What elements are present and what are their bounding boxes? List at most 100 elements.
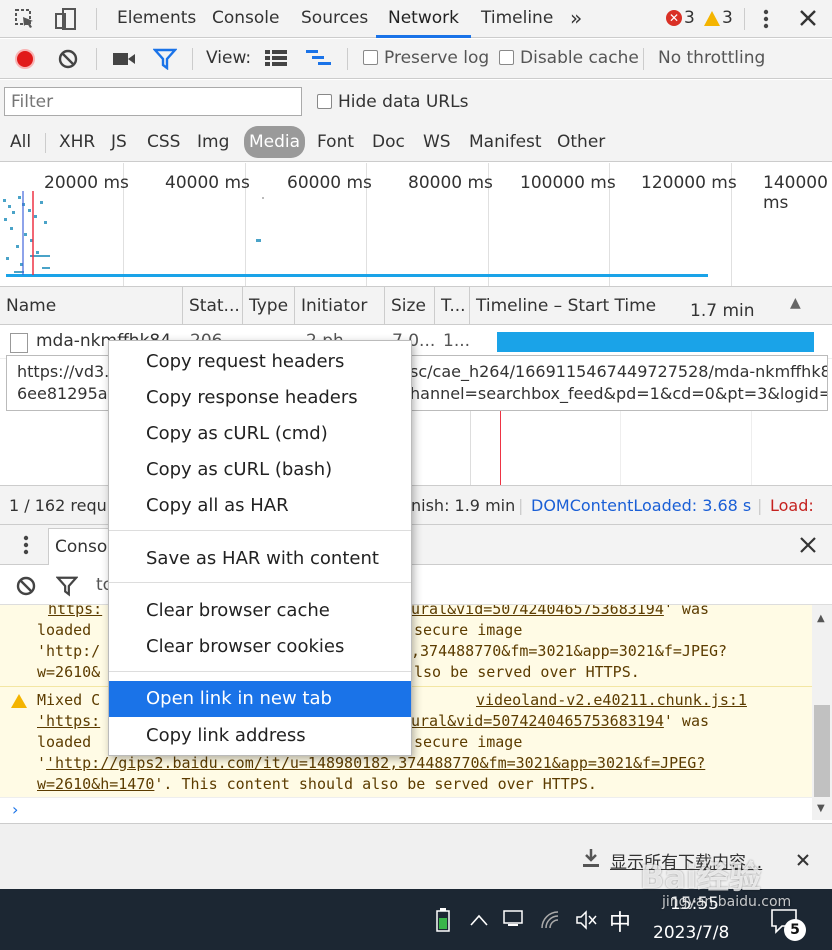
capture-screenshots-icon[interactable] xyxy=(112,49,136,69)
warning-counter[interactable]: 3 xyxy=(704,8,733,28)
preserve-log-checkbox[interactable]: Preserve log xyxy=(363,48,489,68)
file-icon xyxy=(10,333,28,353)
scrollbar-thumb[interactable] xyxy=(814,705,830,797)
log-text: https: xyxy=(48,605,103,618)
tooltip-url-end: sc/cae_h264/1669115467449727528/mda-nkmf… xyxy=(410,362,828,381)
kebab-menu-icon[interactable] xyxy=(763,8,769,30)
clear-icon[interactable] xyxy=(57,48,79,70)
record-button[interactable] xyxy=(15,49,35,69)
column-header-status[interactable]: Stat... xyxy=(183,287,243,325)
toolbar-divider xyxy=(643,48,644,70)
checkbox-box[interactable] xyxy=(499,50,514,65)
checkbox-box[interactable] xyxy=(317,94,332,109)
close-drawer-icon[interactable] xyxy=(799,536,817,559)
menu-item-copy-as-curl-cmd[interactable]: Copy as cURL (cmd) xyxy=(109,416,411,452)
close-download-bar-icon[interactable] xyxy=(797,851,809,871)
menu-item-copy-request-headers[interactable]: Copy request headers xyxy=(109,344,411,380)
tab-sources[interactable]: Sources xyxy=(301,0,368,38)
error-counter[interactable]: ✕ 3 xyxy=(666,8,695,28)
timeline-header-label: Timeline – Start Time xyxy=(476,296,657,316)
filter-type-other[interactable]: Other xyxy=(557,126,605,158)
console-scrollbar[interactable]: ▲ ▼ xyxy=(812,605,832,820)
filter-type-xhr[interactable]: XHR xyxy=(59,126,95,158)
menu-item-copy-all-as-har[interactable]: Copy all as HAR xyxy=(109,488,411,524)
tooltip-url-start: 6ee81295a xyxy=(17,384,108,403)
column-header-type[interactable]: Type xyxy=(243,287,295,325)
filter-type-manifest[interactable]: Manifest xyxy=(469,126,542,158)
filter-type-js[interactable]: JS xyxy=(111,126,127,158)
watermark-logo-text: Bai经验 xyxy=(640,858,761,896)
log-text: secure image xyxy=(414,733,523,751)
throttling-select[interactable]: No throttling xyxy=(658,48,765,68)
menu-item-copy-link-address[interactable]: Copy link address xyxy=(109,718,411,754)
baidu-watermark: Bai经验 jingyan.baidu.com xyxy=(640,852,791,910)
log-link: ''http://gips2.baidu.com/it/u=148980182,… xyxy=(37,754,706,772)
clear-console-icon[interactable] xyxy=(15,575,37,602)
filter-icon[interactable] xyxy=(152,48,178,71)
volume-muted-icon[interactable] xyxy=(575,910,597,935)
large-rows-icon[interactable] xyxy=(265,49,287,67)
column-header-name[interactable]: Name xyxy=(0,287,183,325)
filter-type-ws[interactable]: WS xyxy=(423,126,451,158)
tab-network[interactable]: Network xyxy=(376,0,471,38)
timeline-duration-label: 1.7 min xyxy=(690,301,755,321)
toolbar-divider xyxy=(192,48,193,70)
filter-type-img[interactable]: Img xyxy=(197,126,229,158)
battery-charging-icon[interactable] xyxy=(436,908,450,937)
waterfall-overview-icon[interactable] xyxy=(306,49,332,67)
view-label: View: xyxy=(206,48,252,68)
device-toolbar-icon[interactable] xyxy=(54,7,78,31)
network-icon[interactable] xyxy=(503,908,527,933)
column-header-size[interactable]: Size xyxy=(385,287,435,325)
menu-item-clear-browser-cookies[interactable]: Clear browser cookies xyxy=(109,629,411,665)
wifi-icon[interactable] xyxy=(540,910,562,935)
log-text: ural&vid=5074240465753683194' was xyxy=(411,712,710,730)
filter-type-font[interactable]: Font xyxy=(317,126,354,158)
column-header-initiator[interactable]: Initiator xyxy=(295,287,385,325)
menu-item-copy-as-curl-bash[interactable]: Copy as cURL (bash) xyxy=(109,452,411,488)
log-text: 'http:/ xyxy=(37,642,101,660)
filter-type-media[interactable]: Media xyxy=(244,126,306,158)
show-hidden-icons-icon[interactable] xyxy=(470,911,488,931)
tab-timeline[interactable]: Timeline xyxy=(481,0,553,38)
warning-icon xyxy=(704,10,720,26)
tooltip-url-end: hannel=searchbox_feed&pd=1&cd=0&pt=3&log… xyxy=(410,384,828,403)
menu-item-save-as-har[interactable]: Save as HAR with content xyxy=(109,541,411,577)
console-prompt[interactable]: › xyxy=(0,797,812,823)
console-filter-icon[interactable] xyxy=(55,575,79,602)
menu-item-open-link-in-new-tab[interactable]: Open link in new tab xyxy=(109,681,411,717)
context-menu: Copy request headers Copy response heade… xyxy=(108,340,412,756)
close-devtools-icon[interactable] xyxy=(798,8,818,28)
filter-type-all[interactable]: All xyxy=(10,126,31,158)
inspect-element-icon[interactable] xyxy=(14,8,36,30)
scroll-up-icon[interactable]: ▲ xyxy=(817,613,825,624)
toolbar-divider xyxy=(347,48,348,70)
column-header-timeline[interactable]: Timeline – Start Time xyxy=(470,287,832,325)
scroll-down-icon[interactable]: ▼ xyxy=(817,803,825,814)
network-overview[interactable]: 20000 ms 40000 ms 60000 ms 80000 ms 1000… xyxy=(0,163,832,287)
notification-badge: 5 xyxy=(784,919,806,941)
more-tabs-button[interactable]: » xyxy=(570,0,582,38)
tab-elements[interactable]: Elements xyxy=(117,0,196,38)
drawer-menu-icon[interactable] xyxy=(23,534,29,561)
filter-type-doc[interactable]: Doc xyxy=(372,126,405,158)
filter-bar: Hide data URLs All XHR JS CSS Img Media … xyxy=(0,80,832,162)
filter-type-css[interactable]: CSS xyxy=(147,126,180,158)
request-timeline-bar xyxy=(497,332,814,352)
sort-ascending-icon[interactable]: ▲ xyxy=(790,295,801,311)
menu-separator xyxy=(109,530,411,531)
devtools-tabbar: Elements Console Sources Network Timelin… xyxy=(0,0,832,38)
column-header-time[interactable]: T... xyxy=(435,287,470,325)
ime-indicator[interactable]: 中 xyxy=(609,905,631,937)
hide-data-urls-checkbox[interactable]: Hide data URLs xyxy=(317,92,468,112)
menu-item-clear-browser-cache[interactable]: Clear browser cache xyxy=(109,593,411,629)
checkbox-box[interactable] xyxy=(363,50,378,65)
menu-item-copy-response-headers[interactable]: Copy response headers xyxy=(109,380,411,416)
disable-cache-checkbox[interactable]: Disable cache xyxy=(499,48,639,68)
log-source-link: videoland-v2.e40211.chunk.js:1 xyxy=(476,691,747,709)
tab-console[interactable]: Console xyxy=(212,0,280,38)
clock-date[interactable]: 2023/7/8 xyxy=(653,923,729,943)
filter-input[interactable] xyxy=(4,87,302,116)
hide-data-urls-label: Hide data URLs xyxy=(338,92,469,112)
prompt-chevron-icon: › xyxy=(12,800,19,819)
